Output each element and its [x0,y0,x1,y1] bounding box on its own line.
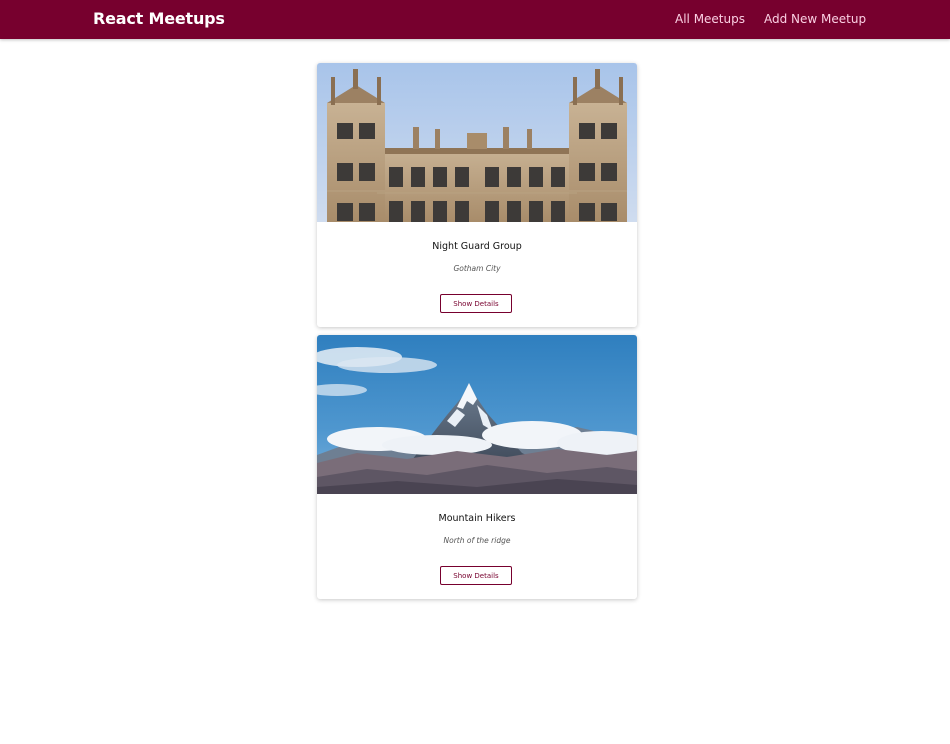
meetup-address: North of the ridge [443,536,511,545]
meetup-address: Gotham City [453,264,501,273]
show-details-button[interactable]: Show Details [440,294,512,313]
castle-photo [317,63,637,222]
meetup-card: Night Guard Group Gotham City Show Detai… [317,63,637,327]
app-logo[interactable]: React Meetups [93,9,225,28]
top-navigation-bar: React Meetups All Meetups Add New Meetup [0,0,950,39]
meetup-title: Mountain Hikers [438,513,516,524]
meetup-image-castle [317,63,637,222]
mountain-photo [317,335,637,494]
meetup-card: Mountain Hikers North of the ridge Show … [317,335,637,599]
show-details-button[interactable]: Show Details [440,566,512,585]
nav-link-add-new-meetup[interactable]: Add New Meetup [764,12,866,26]
nav-link-all-meetups[interactable]: All Meetups [675,12,745,26]
meetup-image-mountain [317,335,637,494]
meetup-title: Night Guard Group [432,241,522,252]
